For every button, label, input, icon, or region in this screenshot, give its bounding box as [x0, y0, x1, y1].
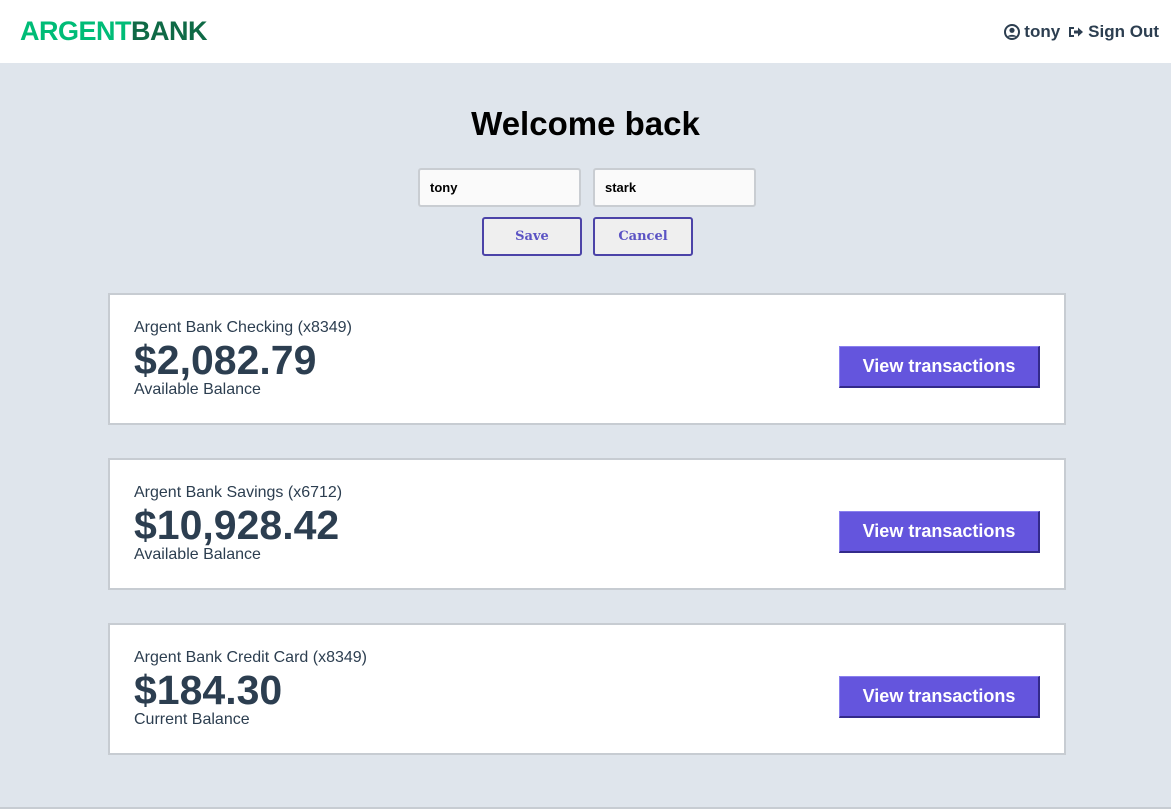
- account-amount: $10,928.42: [134, 502, 340, 548]
- nav-user-area: tony Sign Out: [1004, 22, 1159, 42]
- last-name-input[interactable]: [593, 168, 756, 207]
- save-button[interactable]: Save: [482, 217, 582, 256]
- account-amount-description: Available Balance: [134, 381, 261, 398]
- main-nav: ARGENT BANK tony Sign Out: [0, 0, 1171, 63]
- account-title: Argent Bank Savings (x6712): [134, 484, 343, 501]
- account-amount-description: Available Balance: [134, 546, 261, 563]
- sign-out-icon: [1068, 25, 1084, 39]
- signout-link[interactable]: Sign Out: [1068, 22, 1159, 42]
- logo-bank: BANK: [131, 16, 208, 46]
- view-transactions-button[interactable]: View transactions: [839, 346, 1040, 388]
- account-card-credit: Argent Bank Credit Card (x8349) $184.30 …: [108, 623, 1066, 755]
- view-transactions-button[interactable]: View transactions: [839, 511, 1040, 553]
- cancel-button[interactable]: Cancel: [593, 217, 693, 256]
- username-label: tony: [1024, 21, 1061, 41]
- account-amount: $2,082.79: [134, 337, 317, 383]
- name-edit-row: [418, 168, 756, 207]
- account-card-checking: Argent Bank Checking (x8349) $2,082.79 A…: [108, 293, 1066, 425]
- page-title: Welcome back: [471, 105, 700, 142]
- account-amount: $184.30: [134, 667, 283, 713]
- footer: [0, 807, 1171, 812]
- account-card-savings: Argent Bank Savings (x6712) $10,928.42 A…: [108, 458, 1066, 590]
- signout-label: Sign Out: [1088, 21, 1159, 41]
- user-circle-icon: [1004, 23, 1021, 40]
- logo-argent: ARGENT: [20, 16, 132, 46]
- account-amount-description: Current Balance: [134, 711, 250, 728]
- logo[interactable]: ARGENT BANK: [20, 16, 208, 47]
- first-name-input[interactable]: [418, 168, 581, 207]
- account-title: Argent Bank Checking (x8349): [134, 319, 352, 336]
- account-title: Argent Bank Credit Card (x8349): [134, 649, 367, 666]
- view-transactions-button[interactable]: View transactions: [839, 676, 1040, 718]
- profile-link[interactable]: tony: [1004, 22, 1060, 42]
- edit-buttons: Save Cancel: [482, 217, 693, 256]
